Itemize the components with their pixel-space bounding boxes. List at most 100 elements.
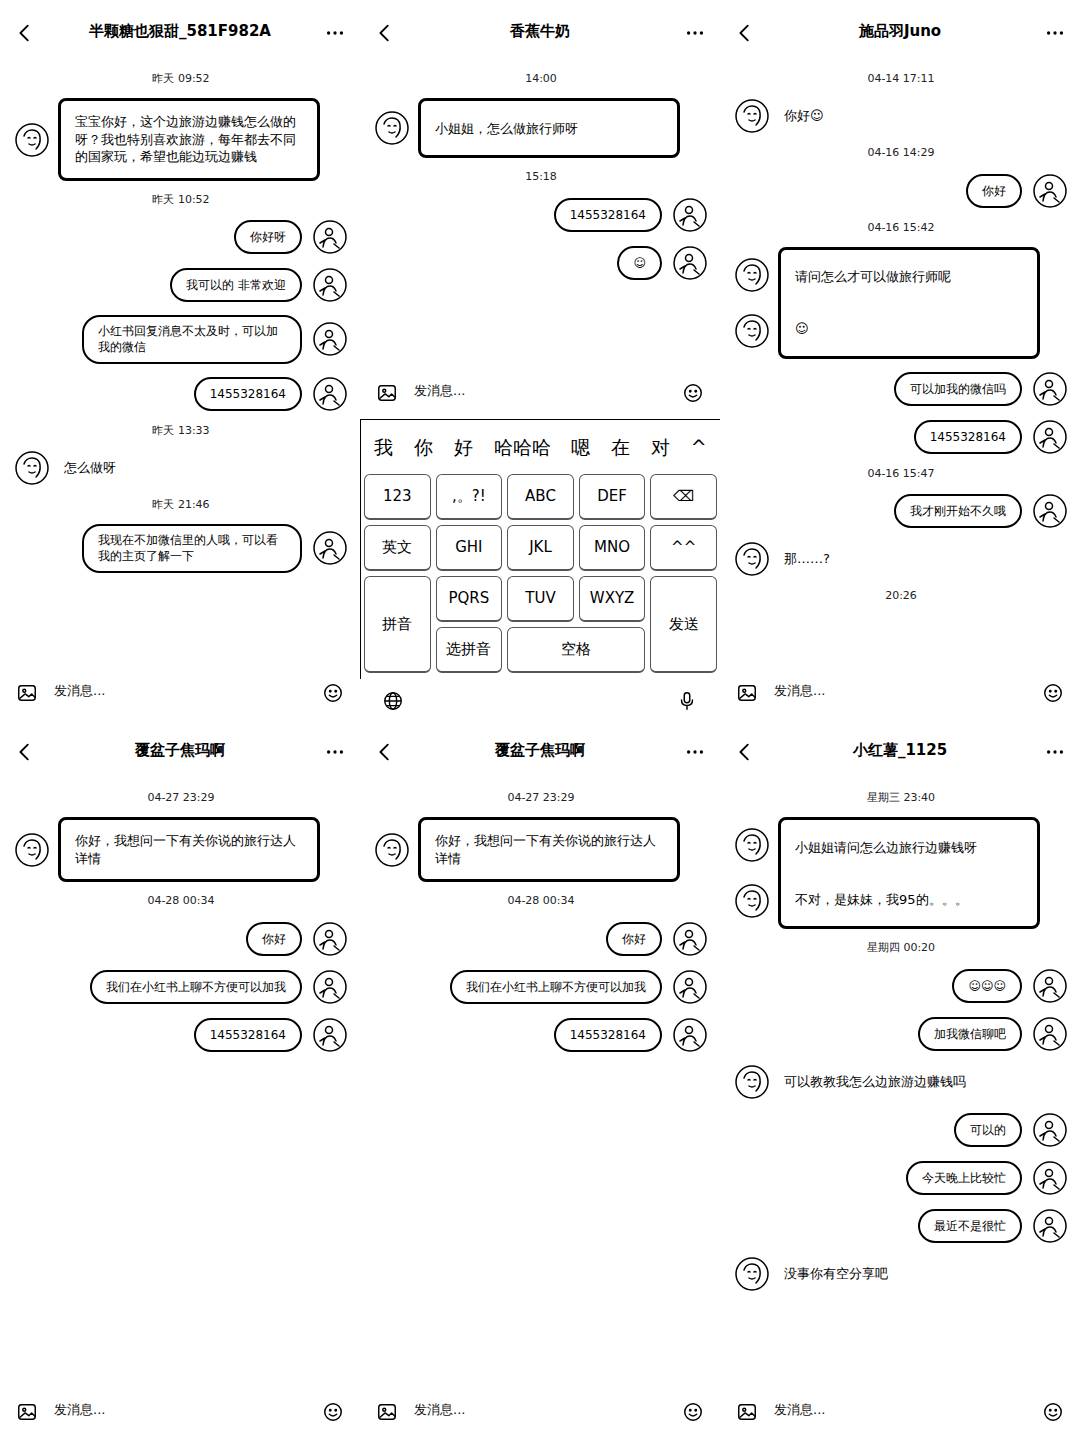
- keyboard-key[interactable]: MNO: [579, 525, 646, 571]
- emoji-icon[interactable]: [322, 1399, 344, 1421]
- keyboard-key[interactable]: GHI: [436, 525, 503, 571]
- emoji-icon[interactable]: [1042, 1399, 1064, 1421]
- avatar-icon[interactable]: [672, 197, 708, 233]
- message-list: 昨天 09:52宝宝你好，这个边旅游边赚钱怎么做的呀？我也特别喜欢旅游，每年都去…: [0, 62, 360, 663]
- keyboard-key[interactable]: DEF: [579, 474, 646, 520]
- message-bubble: 我才刚开始不久哦: [894, 494, 1022, 528]
- suggestion[interactable]: 好: [454, 433, 473, 462]
- avatar-icon[interactable]: [734, 257, 770, 293]
- message-input[interactable]: [412, 380, 668, 402]
- avatar-icon[interactable]: [734, 883, 770, 919]
- avatar-icon[interactable]: [672, 969, 708, 1005]
- keyboard-key[interactable]: ABC: [507, 474, 574, 520]
- keyboard-key[interactable]: 123: [364, 474, 431, 520]
- image-icon[interactable]: [16, 1399, 38, 1421]
- avatar-icon[interactable]: [734, 1064, 770, 1100]
- keyboard-bottom: [360, 679, 720, 719]
- more-icon[interactable]: [1044, 20, 1066, 42]
- avatar-icon[interactable]: [312, 219, 348, 255]
- emoji-icon[interactable]: [682, 1399, 704, 1421]
- avatar-icon[interactable]: [672, 921, 708, 957]
- image-icon[interactable]: [736, 680, 758, 702]
- avatar-icon[interactable]: [374, 110, 410, 146]
- message-input[interactable]: [52, 680, 308, 702]
- avatar-icon[interactable]: [734, 1256, 770, 1292]
- more-icon[interactable]: [684, 20, 706, 42]
- avatar-icon[interactable]: [1032, 1016, 1068, 1052]
- message-input[interactable]: [772, 1399, 1028, 1421]
- image-icon[interactable]: [16, 680, 38, 702]
- avatar-icon[interactable]: [14, 450, 50, 486]
- chat-title: 香蕉牛奶: [396, 20, 684, 43]
- avatar-icon[interactable]: [672, 1017, 708, 1053]
- keyboard-key[interactable]: 英文: [364, 525, 431, 571]
- suggestion[interactable]: ^: [691, 433, 707, 462]
- globe-icon[interactable]: [382, 688, 404, 710]
- back-icon[interactable]: [734, 739, 756, 761]
- message-list: 04-27 23:29你好，我想问一下有关你说的旅行达人详情04-28 00:3…: [360, 781, 720, 1382]
- message-input[interactable]: [412, 1399, 668, 1421]
- avatar-icon[interactable]: [374, 832, 410, 868]
- message-bubble: 1455328164: [554, 198, 662, 232]
- more-icon[interactable]: [324, 20, 346, 42]
- image-icon[interactable]: [376, 380, 398, 402]
- more-icon[interactable]: [684, 739, 706, 761]
- avatar-icon[interactable]: [734, 98, 770, 134]
- emoji-icon[interactable]: [322, 680, 344, 702]
- message-input[interactable]: [52, 1399, 308, 1421]
- avatar-icon[interactable]: [312, 1017, 348, 1053]
- keyboard-key[interactable]: JKL: [507, 525, 574, 571]
- avatar-icon[interactable]: [312, 267, 348, 303]
- avatar-icon[interactable]: [1032, 968, 1068, 1004]
- keyboard-key[interactable]: TUV: [507, 576, 574, 622]
- back-icon[interactable]: [14, 739, 36, 761]
- more-icon[interactable]: [324, 739, 346, 761]
- keyboard-key[interactable]: ,。?!: [436, 474, 503, 520]
- suggestion-bar: 我你好哈哈哈嗯在对 ^: [364, 420, 717, 474]
- avatar-icon[interactable]: [312, 530, 348, 566]
- avatar-icon[interactable]: [1032, 493, 1068, 529]
- microphone-icon[interactable]: [676, 688, 698, 710]
- keyboard-key[interactable]: 发送: [650, 576, 717, 673]
- avatar-icon[interactable]: [14, 832, 50, 868]
- avatar-icon[interactable]: [1032, 419, 1068, 455]
- suggestion[interactable]: 对: [651, 433, 670, 462]
- timestamp: 昨天 09:52: [14, 72, 348, 86]
- back-icon[interactable]: [374, 20, 396, 42]
- emoji-icon[interactable]: [1042, 680, 1064, 702]
- keyboard-key[interactable]: ^^: [650, 525, 717, 571]
- message-input[interactable]: [772, 680, 1028, 702]
- image-icon[interactable]: [736, 1399, 758, 1421]
- avatar-icon[interactable]: [312, 969, 348, 1005]
- avatar-icon[interactable]: [1032, 1112, 1068, 1148]
- suggestion[interactable]: 你: [414, 433, 433, 462]
- emoji-icon[interactable]: [682, 380, 704, 402]
- suggestion[interactable]: 我: [374, 433, 393, 462]
- suggestion[interactable]: 哈哈哈: [494, 433, 551, 462]
- more-icon[interactable]: [1044, 739, 1066, 761]
- keyboard-key[interactable]: 空格: [507, 627, 645, 673]
- back-icon[interactable]: [734, 20, 756, 42]
- avatar-icon[interactable]: [14, 122, 50, 158]
- suggestion[interactable]: 嗯: [571, 433, 590, 462]
- keyboard-key[interactable]: ⌫: [650, 474, 717, 520]
- keyboard-key[interactable]: 拼音: [364, 576, 431, 673]
- avatar-icon[interactable]: [734, 827, 770, 863]
- avatar-icon[interactable]: [312, 921, 348, 957]
- avatar-icon[interactable]: [1032, 173, 1068, 209]
- avatar-icon[interactable]: [1032, 1160, 1068, 1196]
- keyboard-key[interactable]: 选拼音: [436, 627, 503, 673]
- avatar-icon[interactable]: [1032, 1208, 1068, 1244]
- keyboard-key[interactable]: PQRS: [436, 576, 503, 622]
- suggestion[interactable]: 在: [611, 433, 630, 462]
- avatar-icon[interactable]: [734, 541, 770, 577]
- keyboard-key[interactable]: WXYZ: [579, 576, 646, 622]
- back-icon[interactable]: [374, 739, 396, 761]
- avatar-icon[interactable]: [312, 376, 348, 412]
- avatar-icon[interactable]: [312, 321, 348, 357]
- avatar-icon[interactable]: [1032, 371, 1068, 407]
- avatar-icon[interactable]: [734, 313, 770, 349]
- avatar-icon[interactable]: [672, 245, 708, 281]
- back-icon[interactable]: [14, 20, 36, 42]
- image-icon[interactable]: [376, 1399, 398, 1421]
